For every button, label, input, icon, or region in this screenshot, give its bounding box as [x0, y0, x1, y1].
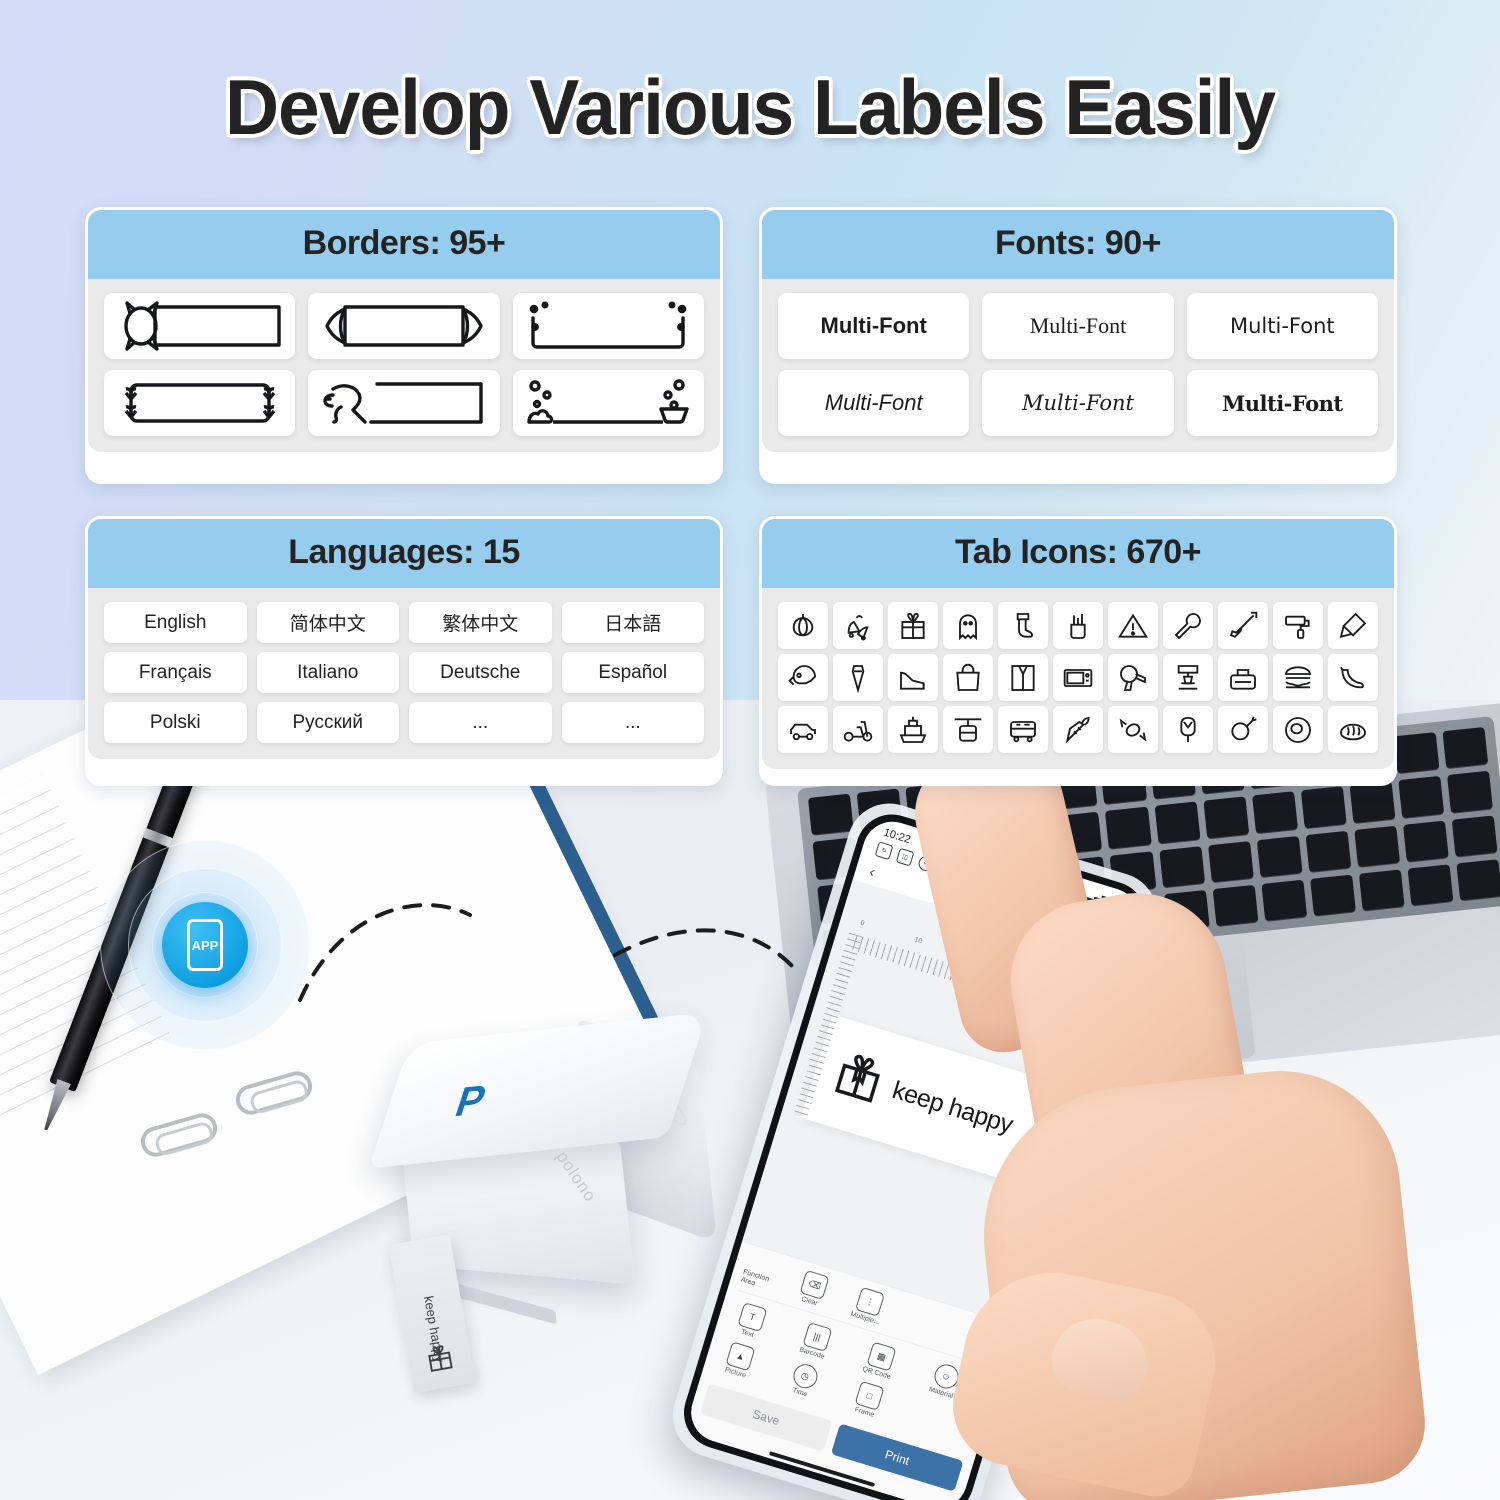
burger-icon[interactable] [1273, 654, 1323, 701]
popsicle-icon[interactable] [1163, 706, 1213, 753]
wrapped-candy-border[interactable] [308, 293, 500, 359]
panel-tab-icons: Tab Icons: 670+ [759, 516, 1397, 786]
tool-picture[interactable]: ▲ Picture [713, 1338, 765, 1382]
panel-languages-heading: Languages: 15 [88, 519, 720, 588]
label-printer: P polono keep happy [368, 1012, 718, 1393]
panel-fonts-body: Multi-Font Multi-Font Multi-Font Multi-F… [762, 279, 1394, 452]
language-item[interactable]: ... [409, 702, 552, 743]
bells-icon[interactable] [833, 602, 883, 649]
borders-grid [104, 293, 704, 436]
app-badge-core: APP [162, 902, 248, 988]
tool-label: Time [791, 1387, 809, 1399]
tool-frame[interactable]: □ Frame [842, 1378, 894, 1422]
panel-tab-icons-heading: Tab Icons: 670+ [762, 519, 1394, 588]
language-item[interactable]: ... [561, 702, 704, 743]
product-photo-scene: P polono keep happy APP 10:22 ↻ ◫ ‹ 0 10… [0, 700, 1500, 1500]
language-item[interactable]: Deutsche [409, 652, 552, 693]
font-sample-bold-sans[interactable]: Multi-Font [778, 293, 970, 359]
language-item[interactable]: Русский [256, 702, 399, 743]
pumpkin-icon[interactable] [778, 602, 828, 649]
rotate-icon[interactable]: ↻ [874, 841, 894, 861]
dotted-corner-border[interactable] [512, 293, 704, 359]
language-item[interactable]: Español [561, 652, 704, 693]
wrench-icon[interactable] [1163, 602, 1213, 649]
necktie-icon[interactable] [833, 654, 883, 701]
languages-grid: English 简体中文 繁体中文 日本語 Français Italiano … [104, 602, 704, 743]
gift-icon [826, 1044, 892, 1114]
tool-time[interactable]: ◷ Time [778, 1358, 830, 1402]
font-sample-bold-display[interactable]: Multi-Font [1186, 370, 1378, 436]
font-sample-script-serif[interactable]: Multi-Font [982, 370, 1174, 436]
bread-icon[interactable] [1328, 706, 1378, 753]
hair-dryer-icon[interactable] [1108, 654, 1158, 701]
ruler-tick: 0 [859, 919, 866, 928]
tool-label: Text [740, 1328, 755, 1340]
app-badge: APP [100, 840, 310, 1050]
carrot-icon[interactable] [1053, 706, 1103, 753]
font-sample-serif[interactable]: Multi-Font [982, 293, 1174, 359]
font-sample-regular-sans[interactable]: Multi-Font [1186, 293, 1378, 359]
language-item[interactable]: English [104, 602, 247, 643]
hand [903, 720, 1465, 1500]
helmet-icon[interactable] [778, 654, 828, 701]
fried-egg-icon[interactable] [1273, 706, 1323, 753]
suit-icon[interactable] [998, 654, 1048, 701]
panel-languages: Languages: 15 English 简体中文 繁体中文 日本語 Fran… [85, 516, 723, 786]
ghost-icon[interactable] [943, 602, 993, 649]
language-item[interactable]: 日本語 [561, 602, 704, 643]
drumstick-icon[interactable] [1218, 706, 1268, 753]
language-item[interactable]: Français [104, 652, 247, 693]
panel-borders-heading: Borders: 95+ [88, 210, 720, 279]
tab-icons-grid [778, 602, 1378, 753]
candy-left-border[interactable] [104, 293, 296, 359]
font-sample-italic-sans[interactable]: Multi-Font [778, 370, 970, 436]
handbag-icon[interactable] [943, 654, 993, 701]
panel-fonts: Fonts: 90+ Multi-Font Multi-Font Multi-F… [759, 207, 1397, 484]
heart-ribbon-border[interactable] [104, 370, 296, 436]
language-item[interactable]: Polski [104, 702, 247, 743]
fonts-grid: Multi-Font Multi-Font Multi-Font Multi-F… [778, 293, 1378, 436]
app-badge-label: APP [191, 937, 219, 953]
page-title: Develop Various Labels Easily [224, 63, 1276, 151]
poster-stage: P polono keep happy APP 10:22 ↻ ◫ ‹ 0 10… [0, 0, 1500, 1500]
gift-icon[interactable] [888, 602, 938, 649]
tool-qrcode[interactable]: ▦ QR Code [854, 1339, 906, 1383]
stocking-icon[interactable] [998, 602, 1048, 649]
cable-car-icon[interactable] [943, 706, 993, 753]
microwave-icon[interactable] [1053, 654, 1103, 701]
tool-barcode[interactable]: ||| Barcode [790, 1319, 842, 1363]
dog-profile-border[interactable] [308, 370, 500, 436]
ship-icon[interactable] [888, 706, 938, 753]
pen-cup-icon[interactable] [1053, 602, 1103, 649]
high-heel-icon[interactable] [888, 654, 938, 701]
panel-languages-body: English 简体中文 繁体中文 日本語 Français Italiano … [88, 588, 720, 759]
bus-icon[interactable] [998, 706, 1048, 753]
language-item[interactable]: 简体中文 [256, 602, 399, 643]
bath-bubbles-border[interactable] [512, 370, 704, 436]
scooter-icon[interactable] [833, 706, 883, 753]
gift-icon [422, 1341, 458, 1381]
phone-outline-icon: APP [187, 919, 223, 971]
language-item[interactable]: 繁体中文 [409, 602, 552, 643]
toaster-icon[interactable] [1218, 654, 1268, 701]
tool-text[interactable]: T Text [725, 1299, 777, 1343]
trowel-icon[interactable] [1328, 602, 1378, 649]
coffee-machine-icon[interactable] [1163, 654, 1213, 701]
function-area-label: Function Area [739, 1268, 770, 1288]
panel-borders-body [88, 279, 720, 452]
shovel-icon[interactable] [1218, 602, 1268, 649]
candy-icon[interactable] [1108, 706, 1158, 753]
tool-clear[interactable]: ⌫ Clear [787, 1267, 839, 1311]
language-item[interactable]: Italiano [256, 652, 399, 693]
panel-fonts-heading: Fonts: 90+ [762, 210, 1394, 279]
panel-tab-icons-body [762, 588, 1394, 769]
tool-multiple[interactable]: ⋮ Multiple... [843, 1284, 895, 1328]
paint-roller-icon[interactable] [1273, 602, 1323, 649]
banana-icon[interactable] [1328, 654, 1378, 701]
panel-borders: Borders: 95+ [85, 207, 723, 484]
warning-icon[interactable] [1108, 602, 1158, 649]
car-icon[interactable] [778, 706, 828, 753]
